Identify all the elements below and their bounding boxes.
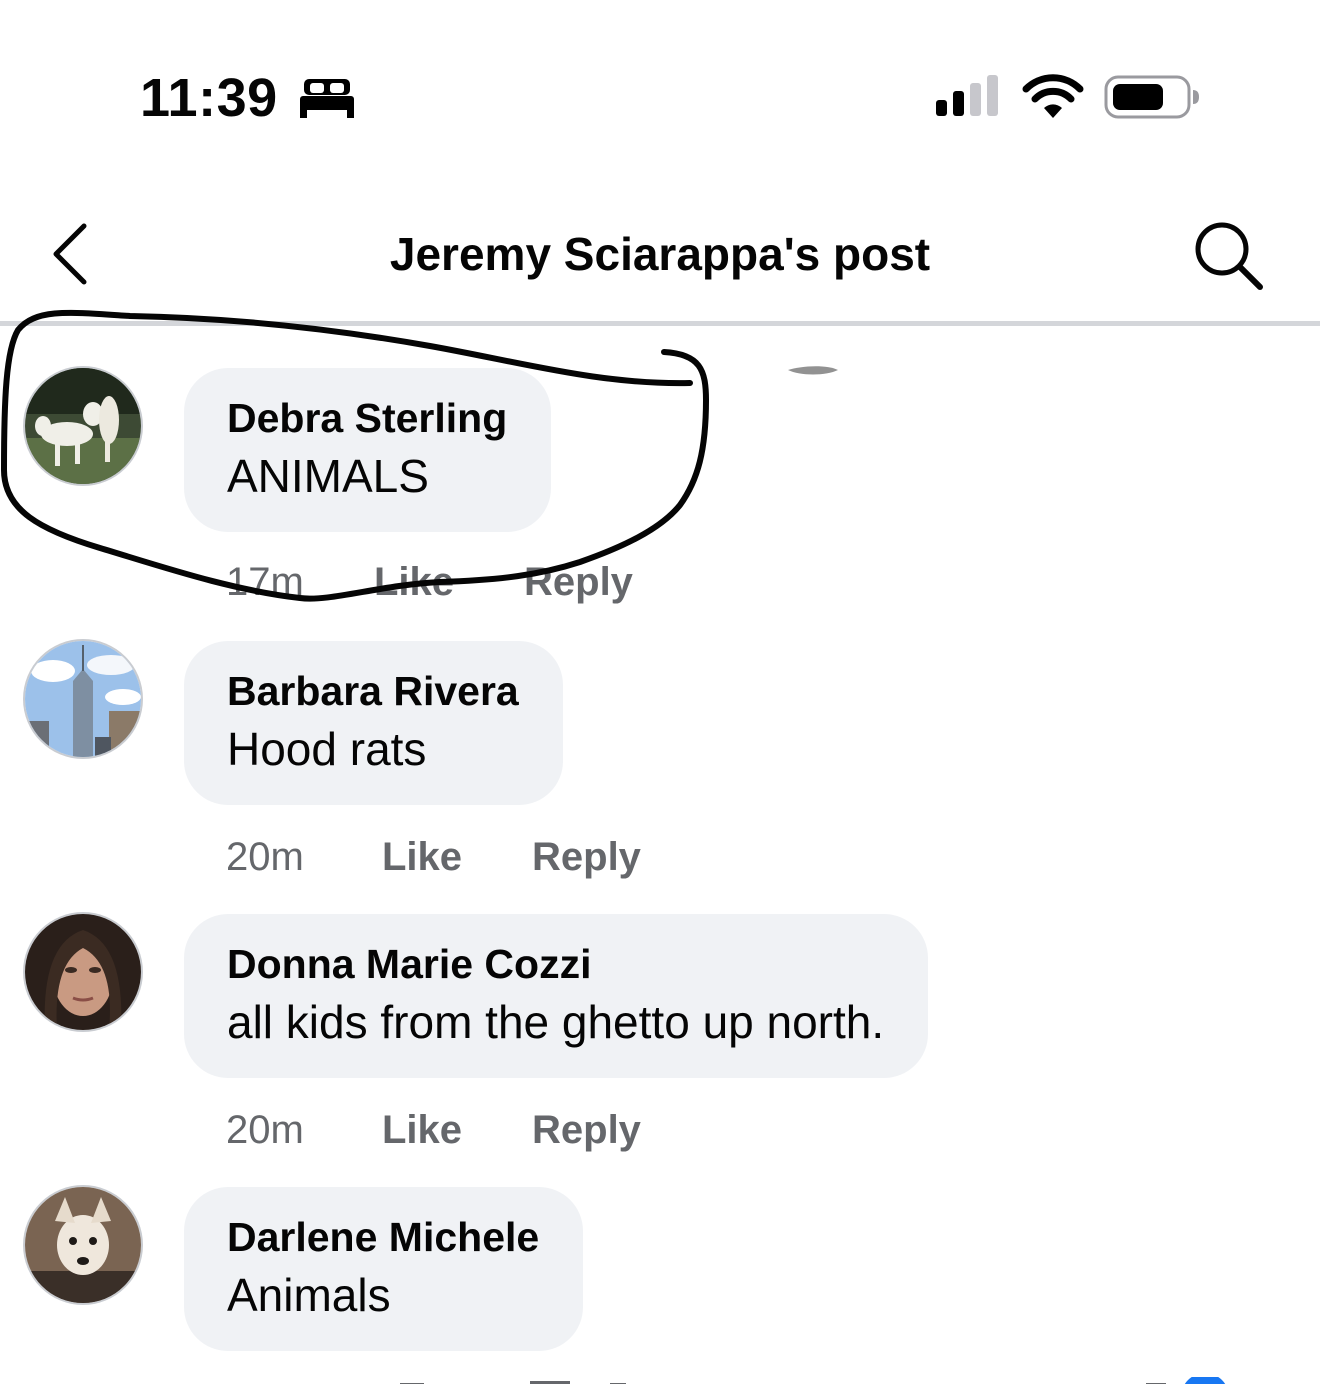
comment-bubble[interactable]: Debra Sterling ANIMALS [184, 368, 552, 532]
partial-actions-row [0, 1374, 1320, 1384]
page-title: Jeremy Sciarappa's post [389, 228, 931, 280]
reply-button[interactable]: Reply [532, 829, 641, 885]
avatar[interactable] [25, 368, 141, 484]
comment-bubble[interactable]: Barbara Rivera Hood rats [184, 641, 563, 805]
comment-time: 17m [226, 560, 304, 604]
reply-button[interactable]: Reply [532, 1102, 641, 1158]
avatar[interactable] [25, 914, 141, 1030]
back-button[interactable] [40, 214, 100, 294]
comment-text: Animals [227, 1269, 391, 1321]
comment-bubble[interactable]: Donna Marie Cozzi all kids from the ghet… [184, 914, 929, 1078]
chevron-left-icon [53, 223, 87, 285]
search-button[interactable] [1184, 214, 1274, 298]
battery-icon [1104, 75, 1199, 119]
comment-text: Hood rats [227, 723, 427, 775]
bed-icon [300, 79, 354, 118]
comment-author[interactable]: Barbara Rivera [227, 665, 519, 717]
like-button[interactable]: Like [382, 1102, 462, 1158]
comment-text: all kids from the ghetto up north. [227, 996, 885, 1048]
comment-text: ANIMALS [227, 450, 429, 502]
status-time: 11:39 [140, 68, 278, 128]
comment-bubble[interactable]: Darlene Michele Animals [184, 1187, 584, 1351]
wifi-icon [1022, 74, 1084, 118]
like-button[interactable]: Like [374, 554, 454, 610]
comment-time: 20m [226, 835, 304, 879]
cellular-signal-icon [936, 75, 998, 116]
comment-author[interactable]: Darlene Michele [227, 1211, 539, 1263]
avatar[interactable] [25, 1187, 141, 1303]
comment-author[interactable]: Debra Sterling [227, 392, 507, 444]
avatar[interactable] [25, 641, 141, 757]
comment-time: 20m [226, 1108, 304, 1152]
like-button[interactable]: Like [382, 829, 462, 885]
partial-row-fragments [400, 1374, 1226, 1384]
header-divider [0, 321, 1320, 326]
comment-author[interactable]: Donna Marie Cozzi [227, 938, 884, 990]
search-icon [1195, 222, 1263, 290]
reply-button[interactable]: Reply [524, 554, 633, 610]
